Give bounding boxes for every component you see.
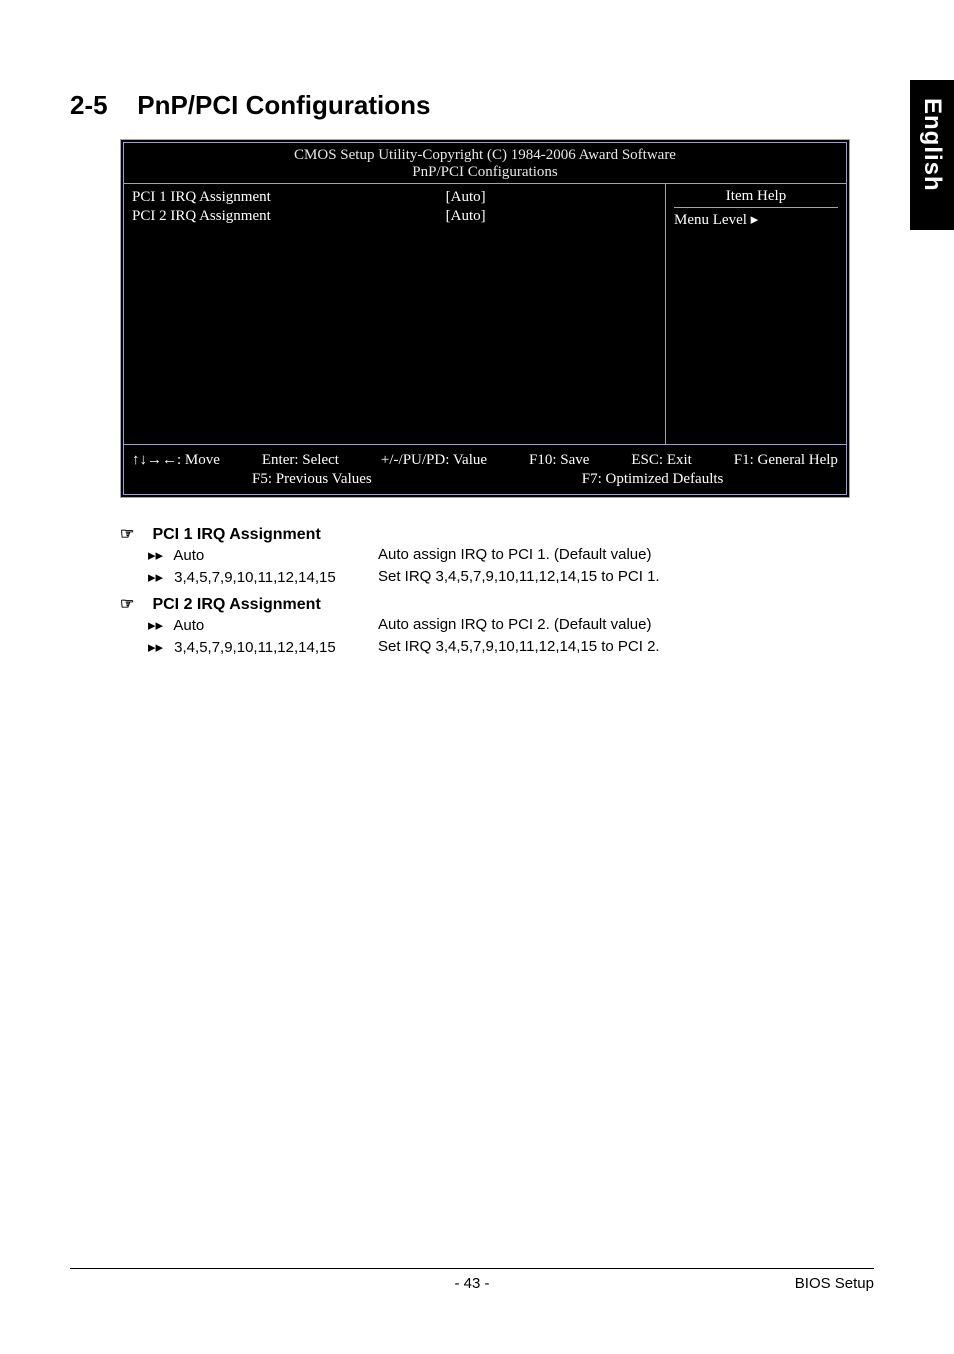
help-row: ▸▸ Auto Auto assign IRQ to PCI 1. (Defau… — [120, 544, 874, 566]
help-row: ▸▸ 3,4,5,7,9,10,11,12,14,15 Set IRQ 3,4,… — [120, 566, 874, 588]
hand-icon: ☞ — [120, 524, 148, 544]
help-option-text: Auto — [173, 617, 204, 634]
key-hint-enter: Enter: Select — [262, 452, 339, 469]
language-tab: English — [910, 80, 954, 230]
menu-level-arrow-icon: ▸ — [751, 212, 759, 228]
key-hint-f7: F7: Optimized Defaults — [582, 471, 724, 488]
bios-row-pci1[interactable]: PCI 1 IRQ Assignment [Auto] — [132, 188, 657, 207]
bios-row-value: [Auto] — [386, 189, 657, 206]
help-option-text: Auto — [173, 547, 204, 564]
key-hint-f1: F1: General Help — [734, 452, 838, 469]
help-heading-text: PCI 1 IRQ Assignment — [152, 526, 320, 543]
help-option: ▸▸ 3,4,5,7,9,10,11,12,14,15 — [148, 568, 378, 586]
item-help-header: Item Help — [674, 188, 838, 208]
key-hint-f5: F5: Previous Values — [252, 471, 372, 488]
double-arrow-icon: ▸▸ — [148, 638, 170, 656]
bios-title-line2: PnP/PCI Configurations — [124, 164, 846, 184]
help-heading-pci1: ☞ PCI 1 IRQ Assignment — [120, 524, 874, 544]
double-arrow-icon: ▸▸ — [148, 546, 170, 564]
help-section: ☞ PCI 1 IRQ Assignment ▸▸ Auto Auto assi… — [120, 524, 874, 658]
help-option-text: 3,4,5,7,9,10,11,12,14,15 — [174, 569, 336, 586]
help-heading-pci2: ☞ PCI 2 IRQ Assignment — [120, 594, 874, 614]
help-desc: Auto assign IRQ to PCI 1. (Default value… — [378, 546, 651, 564]
help-option: ▸▸ Auto — [148, 546, 378, 564]
bios-row-pci2[interactable]: PCI 2 IRQ Assignment [Auto] — [132, 207, 657, 226]
key-hint-f10: F10: Save — [529, 452, 589, 469]
double-arrow-icon: ▸▸ — [148, 616, 170, 634]
help-desc: Set IRQ 3,4,5,7,9,10,11,12,14,15 to PCI … — [378, 638, 660, 656]
help-option-text: 3,4,5,7,9,10,11,12,14,15 — [174, 639, 336, 656]
bios-footer: ↑↓→←: Move Enter: Select +/-/PU/PD: Valu… — [124, 444, 846, 494]
section-number: 2-5 — [70, 90, 130, 121]
help-heading-text: PCI 2 IRQ Assignment — [152, 596, 320, 613]
bios-help-panel: Item Help Menu Level ▸ — [666, 184, 846, 444]
help-desc: Auto assign IRQ to PCI 2. (Default value… — [378, 616, 651, 634]
bios-settings-panel: PCI 1 IRQ Assignment [Auto] PCI 2 IRQ As… — [124, 184, 666, 444]
bios-row-value: [Auto] — [386, 208, 657, 225]
double-arrow-icon: ▸▸ — [148, 568, 170, 586]
page-content: 2-5 PnP/PCI Configurations CMOS Setup Ut… — [70, 90, 874, 658]
bios-footer-row2: F5: Previous Values F7: Optimized Defaul… — [132, 470, 838, 488]
bios-footer-row1: ↑↓→←: Move Enter: Select +/-/PU/PD: Valu… — [132, 451, 838, 470]
menu-level-label: Menu Level — [674, 212, 747, 228]
hand-icon: ☞ — [120, 594, 148, 614]
key-hint-move: ↑↓→←: Move — [132, 452, 220, 469]
language-tab-text: English — [918, 98, 946, 192]
help-desc: Set IRQ 3,4,5,7,9,10,11,12,14,15 to PCI … — [378, 568, 660, 586]
help-option: ▸▸ Auto — [148, 616, 378, 634]
help-row: ▸▸ 3,4,5,7,9,10,11,12,14,15 Set IRQ 3,4,… — [120, 636, 874, 658]
section-heading: 2-5 PnP/PCI Configurations — [70, 90, 874, 131]
bios-body: PCI 1 IRQ Assignment [Auto] PCI 2 IRQ As… — [124, 184, 846, 444]
section-title: PnP/PCI Configurations — [137, 90, 430, 120]
menu-level: Menu Level ▸ — [674, 208, 838, 229]
help-row: ▸▸ Auto Auto assign IRQ to PCI 2. (Defau… — [120, 614, 874, 636]
bios-title-line1: CMOS Setup Utility-Copyright (C) 1984-20… — [124, 143, 846, 164]
bios-row-label: PCI 2 IRQ Assignment — [132, 208, 386, 225]
key-hint-esc: ESC: Exit — [631, 452, 691, 469]
bios-screen: CMOS Setup Utility-Copyright (C) 1984-20… — [120, 139, 850, 498]
bios-row-label: PCI 1 IRQ Assignment — [132, 189, 386, 206]
page-footer: - 43 - BIOS Setup — [70, 1268, 874, 1292]
key-hint-pupd: +/-/PU/PD: Value — [381, 452, 487, 469]
help-option: ▸▸ 3,4,5,7,9,10,11,12,14,15 — [148, 638, 378, 656]
page-number: - 43 - — [70, 1275, 874, 1292]
